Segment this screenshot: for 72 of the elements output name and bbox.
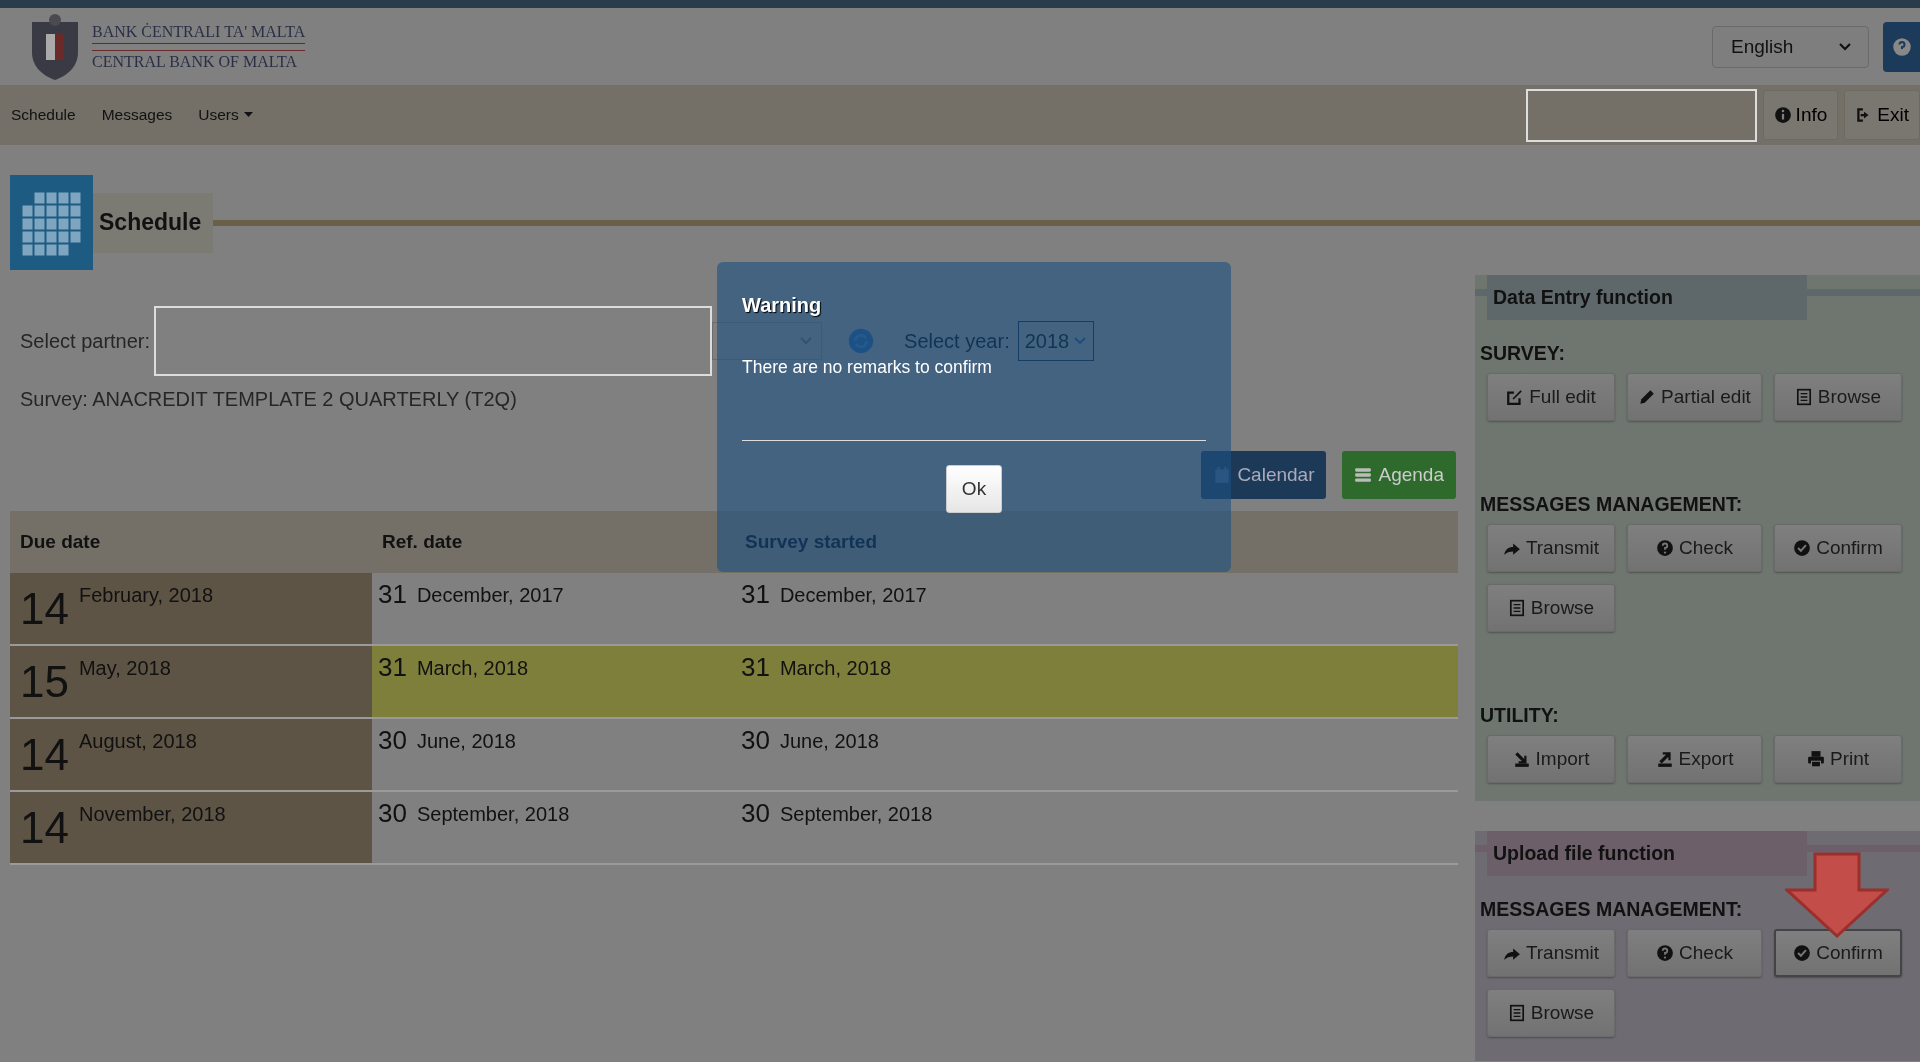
pencil-icon [1638,388,1657,406]
nav-link[interactable]: Users [198,106,253,124]
function-button[interactable]: Browse [1487,584,1615,632]
check-circle-icon [1793,539,1812,557]
help-icon [1656,539,1675,557]
function-button[interactable]: Browse [1774,373,1902,421]
field-label: Select partner: [19,329,151,353]
partner-select[interactable] [712,322,823,360]
chevron-down-icon [1073,336,1088,346]
view-button[interactable]: Calendar [1201,451,1327,499]
function-button[interactable]: Partial edit [1627,373,1762,421]
check-circle-icon [1793,944,1812,962]
list-icon [1507,1004,1526,1022]
table-cell-text: 31 December, 2017 [377,578,565,611]
panel-title: Data Entry function [1487,275,1807,320]
table-cell: 14 November, 2018 [10,792,372,863]
function-button[interactable]: Confirm [1774,524,1902,572]
column-header: Due date [19,531,102,553]
table-cell: 15 May, 2018 [10,646,372,717]
page-title: Schedule [93,192,214,253]
dialog-message: There are no remarks to confirm [742,357,992,378]
function-button[interactable]: Confirm [1774,929,1902,977]
printer-icon [1806,750,1825,768]
ok-button[interactable]: Ok [946,465,1002,513]
help-button[interactable] [1883,21,1920,72]
chevron-down-icon [1838,41,1852,52]
export-icon [1655,750,1674,768]
function-button[interactable]: Print [1774,735,1902,783]
section-heading: MESSAGES MANAGEMENT: [1480,493,1744,516]
function-button[interactable]: Transmit [1487,524,1615,572]
help-icon [1656,944,1675,962]
import-icon [1512,750,1531,768]
toolbar-button[interactable]: Exit [1844,90,1920,140]
logo-text: BANK ĊENTRALI TA' MALTA [92,22,306,41]
table-cell-text: 30 September, 2018 [740,797,934,830]
section-heading: SURVEY: [1480,342,1566,365]
table-cell-text: 31 December, 2017 [740,578,928,611]
function-button[interactable]: Import [1487,735,1615,783]
refresh-icon[interactable] [848,328,875,354]
function-button[interactable]: Browse [1487,989,1615,1037]
function-button[interactable]: Check [1627,929,1762,977]
view-button[interactable]: Agenda [1342,451,1456,499]
table-cell-text: 30 June, 2018 [377,724,517,757]
edit-icon [1506,388,1525,406]
table-cell: 31 March, 2018 [372,646,735,717]
calendar-icon [1213,466,1232,484]
survey-name: Survey: ANACREDIT TEMPLATE 2 QUARTERLY (T2Q) [19,388,518,411]
list-icon [1507,599,1526,617]
info-icon [1773,106,1792,124]
function-button[interactable]: Transmit [1487,929,1615,977]
panel-title: Upload file function [1487,831,1807,876]
section-heading: UTILITY: [1480,704,1560,727]
toolbar-button[interactable]: Info [1762,90,1839,140]
table-cell-text: 30 June, 2018 [740,724,880,757]
function-button[interactable]: Export [1627,735,1762,783]
nav-link[interactable]: Schedule [11,106,76,124]
function-button[interactable]: Check [1627,524,1762,572]
table-cell: 14 February, 2018 [10,573,372,644]
list-icon [1794,388,1813,406]
table-cell-text: 30 September, 2018 [377,797,571,830]
dialog-title: Warning [742,294,823,317]
nav-link[interactable]: Messages [101,106,173,124]
language-select[interactable]: English [1712,25,1869,68]
function-button[interactable]: Full edit [1487,373,1615,421]
calendar-icon [10,175,93,270]
column-header: Ref. date [381,531,464,553]
table-cell: 31 March, 2018 [735,646,1458,717]
section-heading: MESSAGES MANAGEMENT: [1480,898,1744,921]
table-cell: 14 August, 2018 [10,719,372,790]
logo-text: CENTRAL BANK OF MALTA [92,52,299,71]
help-icon [1891,36,1912,57]
agenda-icon [1354,466,1373,484]
